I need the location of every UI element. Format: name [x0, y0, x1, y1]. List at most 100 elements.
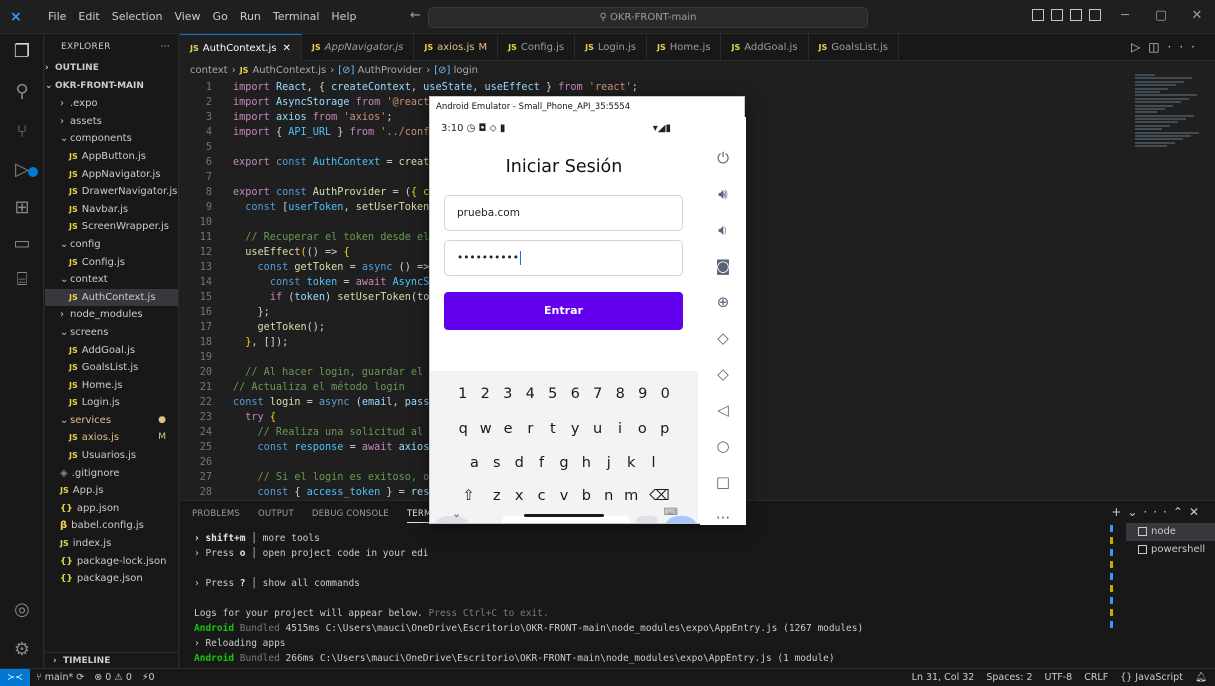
terminal-instance[interactable]: powershell — [1126, 541, 1215, 559]
close-window-icon[interactable]: ✕ — [1179, 4, 1215, 28]
chevron-down-icon[interactable]: ⌄ — [452, 507, 461, 520]
editor-tab[interactable]: JS AuthContext.js ✕ — [180, 34, 302, 61]
key-o[interactable]: o — [631, 416, 653, 442]
file-item[interactable]: JS AppNavigator.js — [45, 166, 178, 184]
key-3[interactable]: 3 — [497, 381, 520, 407]
file-item[interactable]: JS Home.js — [45, 377, 178, 395]
rotate-right-icon[interactable]: ◇ — [712, 363, 734, 385]
problems-indicator[interactable]: ⊗ 0 ⚠ 0 — [94, 669, 132, 686]
file-item[interactable]: {} app.json — [45, 500, 178, 518]
file-item[interactable]: JS Navbar.js — [45, 201, 178, 219]
testing-icon[interactable]: ⌸ — [10, 268, 34, 292]
indentation[interactable]: Spaces: 2 — [986, 669, 1032, 686]
key-x[interactable]: x — [508, 483, 530, 509]
source-control-icon[interactable]: ⑂ — [10, 120, 34, 144]
editor-tab[interactable]: JS Config.js — [498, 34, 576, 61]
editor-tab[interactable]: JS AppNavigator.js — [302, 34, 415, 61]
camera-icon[interactable]: ◙ — [712, 255, 734, 277]
file-item[interactable]: {} package-lock.json — [45, 553, 178, 571]
terminal-instance[interactable]: node — [1126, 523, 1215, 541]
folder-item[interactable]: › node_modules — [45, 306, 178, 324]
key-f[interactable]: f — [530, 450, 552, 476]
key-e[interactable]: e — [497, 416, 519, 442]
folder-item[interactable]: › .expo — [45, 95, 178, 113]
key-7[interactable]: 7 — [587, 381, 610, 407]
timeline-section[interactable]: › TIMELINE — [45, 652, 179, 668]
home-nav-icon[interactable]: ○ — [712, 435, 734, 457]
menu-edit[interactable]: Edit — [72, 9, 105, 25]
breadcrumb-item[interactable]: AuthContext.js — [252, 65, 326, 76]
key-s[interactable]: s — [486, 450, 508, 476]
rotate-left-icon[interactable]: ◇ — [712, 327, 734, 349]
file-item[interactable]: {} package.json — [45, 570, 178, 588]
extensions-icon[interactable]: ⊞ — [10, 196, 34, 220]
file-item[interactable]: JS App.js — [45, 482, 178, 500]
menu-go[interactable]: Go — [207, 9, 234, 25]
explorer-icon[interactable]: ❐ — [10, 40, 34, 64]
maximize-panel-icon[interactable]: ⌃ — [1173, 505, 1189, 519]
restore-window-icon[interactable]: ▢ — [1143, 4, 1179, 28]
toggle-sidebar-icon[interactable] — [1032, 9, 1044, 21]
password-field[interactable]: •••••••••• — [444, 240, 683, 276]
file-item[interactable]: JS DrawerNavigator.js — [45, 183, 178, 201]
menu-terminal[interactable]: Terminal — [267, 9, 326, 25]
run-debug-icon[interactable]: ▷ — [10, 158, 34, 182]
volume-down-icon[interactable]: 🔉︎ — [712, 219, 734, 241]
key-m[interactable]: m — [620, 483, 642, 509]
settings-gear-icon[interactable]: ⚙ — [10, 638, 34, 662]
key-p[interactable]: p — [654, 416, 676, 442]
key-z[interactable]: z — [486, 483, 508, 509]
folder-item[interactable]: › assets — [45, 113, 178, 131]
key-l[interactable]: l — [642, 450, 664, 476]
command-center-search[interactable]: ⚲ OKR-FRONT-main — [428, 7, 868, 28]
keyboard-switch-icon[interactable]: ⌨ — [664, 507, 678, 518]
key-1[interactable]: 1 — [452, 381, 475, 407]
key-v[interactable]: v — [553, 483, 575, 509]
line-ending[interactable]: CRLF — [1084, 669, 1108, 686]
file-item[interactable]: JS index.js — [45, 535, 178, 553]
shift-key-icon[interactable]: ⇧ — [452, 483, 486, 509]
project-section[interactable]: ⌄ OKR-FRONT-MAIN — [45, 78, 178, 96]
panel-tab[interactable]: PROBLEMS — [192, 509, 240, 523]
breadcrumb-item[interactable]: login — [454, 65, 478, 76]
volume-up-icon[interactable]: 🔊︎ — [712, 183, 734, 205]
breadcrumb-item[interactable]: AuthProvider — [358, 65, 423, 76]
language-mode[interactable]: {} JavaScript — [1120, 669, 1183, 686]
customize-layout-icon[interactable] — [1089, 9, 1101, 21]
terminal-output[interactable]: › shift+m │ more tools › Press o │ open p… — [194, 531, 1054, 681]
file-item[interactable]: JS Config.js — [45, 254, 178, 272]
back-arrow-icon[interactable]: ← — [410, 8, 421, 23]
zoom-icon[interactable]: ⊕ — [712, 291, 734, 313]
menu-view[interactable]: View — [168, 9, 206, 25]
file-item[interactable]: β babel.config.js — [45, 517, 178, 535]
editor-tab[interactable]: JS axios.js M — [414, 34, 499, 61]
key-i[interactable]: i — [609, 416, 631, 442]
menu-run[interactable]: Run — [234, 9, 267, 25]
panel-tab[interactable]: DEBUG CONSOLE — [312, 509, 389, 523]
breadcrumb-item[interactable]: context — [190, 65, 228, 76]
key-t[interactable]: t — [542, 416, 564, 442]
notifications-bell-icon[interactable]: 🔔︎ — [1195, 669, 1207, 686]
key-w[interactable]: w — [474, 416, 496, 442]
cursor-position[interactable]: Ln 31, Col 32 — [912, 669, 975, 686]
folder-item[interactable]: ⌄ services ● — [45, 412, 178, 430]
key-h[interactable]: h — [575, 450, 597, 476]
key-b[interactable]: b — [575, 483, 597, 509]
key-y[interactable]: y — [564, 416, 586, 442]
key-g[interactable]: g — [553, 450, 575, 476]
accounts-icon[interactable]: ◎ — [10, 598, 34, 622]
toggle-secondary-sidebar-icon[interactable] — [1070, 9, 1082, 21]
more-actions-icon[interactable]: ··· — [1168, 40, 1203, 54]
key-8[interactable]: 8 — [609, 381, 632, 407]
file-item[interactable]: JS AppButton.js — [45, 148, 178, 166]
editor-tab[interactable]: JS Home.js — [647, 34, 722, 61]
outline-section[interactable]: › OUTLINE — [45, 60, 178, 78]
close-tab-icon[interactable]: ✕ — [283, 43, 291, 54]
overview-nav-icon[interactable]: □ — [712, 471, 734, 493]
key-j[interactable]: j — [598, 450, 620, 476]
key-n[interactable]: n — [598, 483, 620, 509]
more-actions-icon[interactable]: ··· — [1143, 505, 1172, 519]
search-icon[interactable]: ⚲ — [10, 80, 34, 104]
file-item[interactable]: JS GoalsList.js — [45, 359, 178, 377]
remote-indicator[interactable]: ≻≺ — [0, 669, 30, 686]
